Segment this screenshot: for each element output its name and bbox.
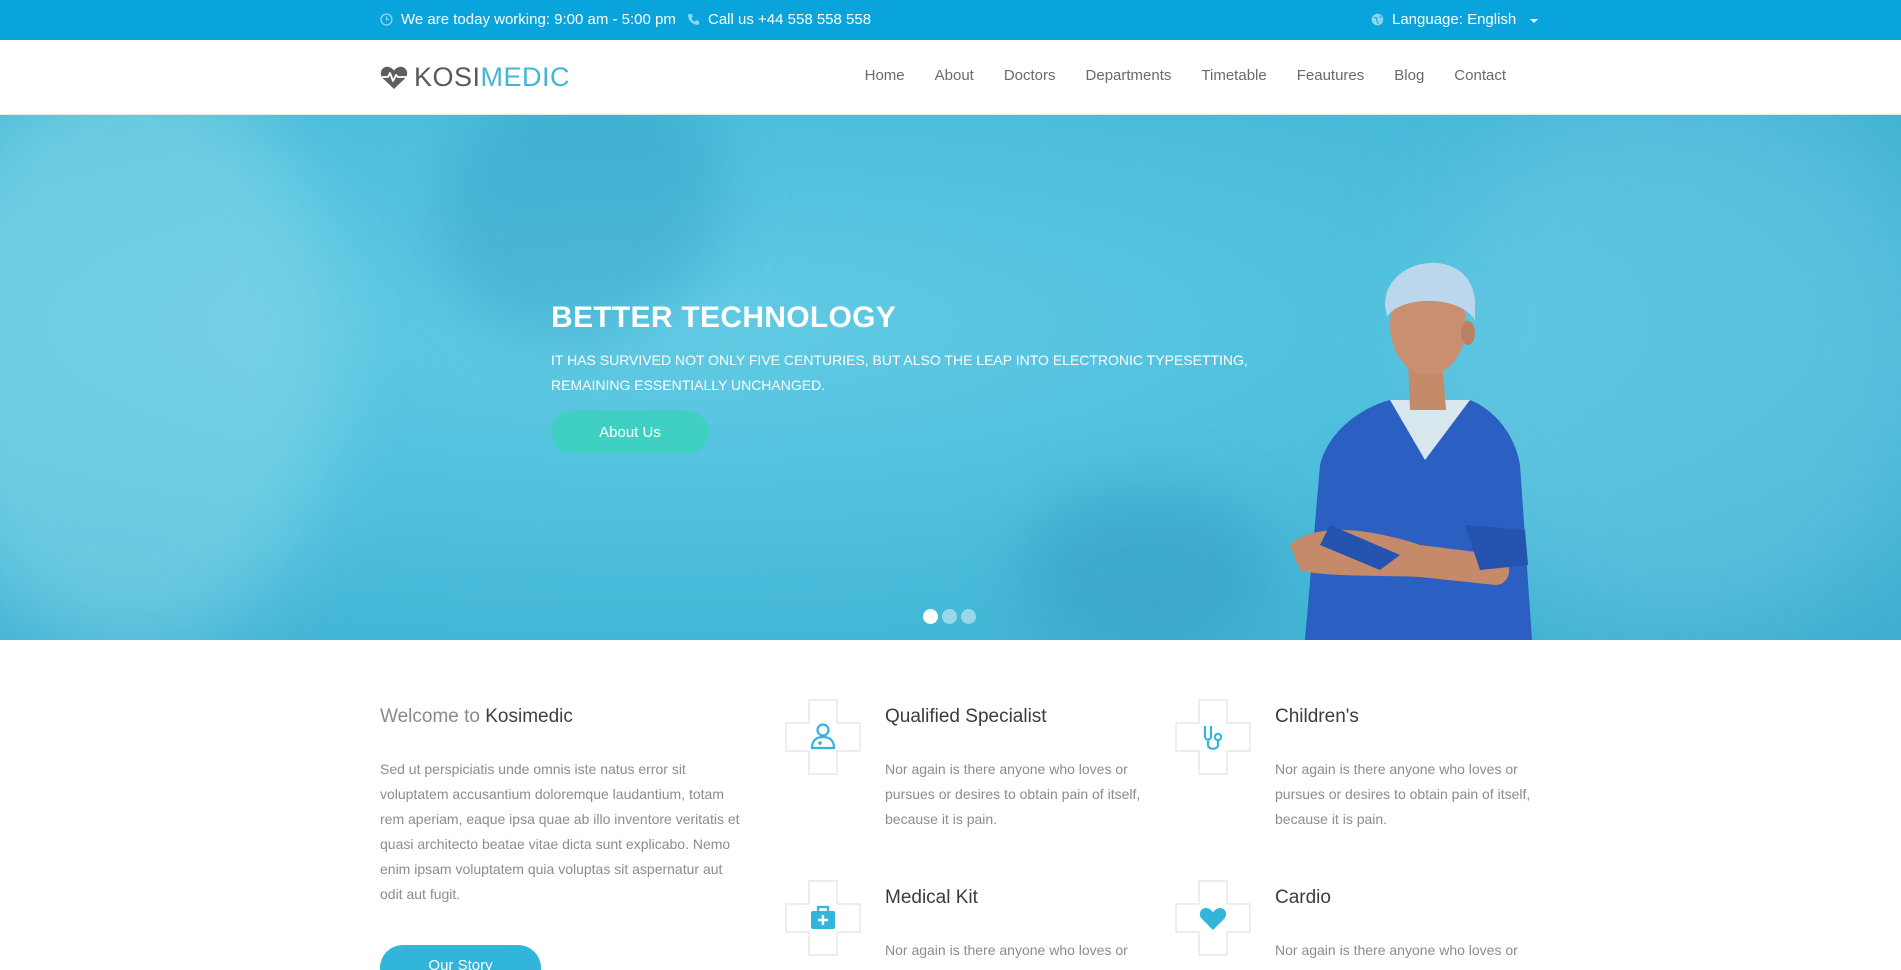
our-story-button[interactable]: Our Story [380, 945, 541, 970]
slider-dots [923, 609, 976, 624]
nav-about[interactable]: About [935, 67, 974, 84]
logo-text-kosi: KOSI [414, 62, 481, 92]
caret-down-icon [1530, 18, 1539, 23]
hero-title: BETTER TECHNOLOGY [551, 301, 897, 334]
feature-text-medical-kit: Nor again is there anyone who loves or p… [885, 942, 1140, 970]
stethoscope-icon [1175, 699, 1251, 775]
logo-text: KOSIMEDIC [414, 62, 570, 93]
phone-info[interactable]: Call us +44 558 558 558 [687, 11, 871, 28]
hero-subtitle: IT HAS SURVIVED NOT ONLY FIVE CENTURIES,… [551, 352, 1248, 393]
feature-title-childrens: Children's [1275, 706, 1359, 727]
nav-features[interactable]: Feautures [1297, 67, 1365, 84]
heart-pulse-logo-icon [380, 66, 408, 89]
logo-text-medic: MEDIC [480, 62, 571, 92]
feature-title-cardio: Cardio [1275, 887, 1331, 908]
logo[interactable]: KOSIMEDIC [380, 62, 570, 93]
slider-dot-3[interactable] [961, 609, 976, 624]
nav-blog[interactable]: Blog [1394, 67, 1424, 84]
nav-contact[interactable]: Contact [1454, 67, 1506, 84]
phone-text: Call us +44 558 558 558 [708, 11, 872, 28]
nav-doctors[interactable]: Doctors [1004, 67, 1056, 84]
working-hours: We are today working: 9:00 am - 5:00 pm [380, 11, 676, 28]
feature-title-qualified-specialist: Qualified Specialist [885, 706, 1047, 727]
doctor-image [1290, 262, 1532, 640]
hero-bg-shape [1020, 485, 1270, 640]
main-nav: Home About Doctors Departments Timetable… [865, 67, 1506, 84]
feature-text-childrens: Nor again is there anyone who loves or p… [1275, 761, 1531, 827]
doctor-icon [785, 699, 861, 775]
about-us-button[interactable]: About Us [551, 411, 709, 454]
globe-icon [1371, 13, 1384, 26]
hero-slider: BETTER TECHNOLOGY IT HAS SURVIVED NOT ON… [0, 115, 1901, 640]
working-hours-text: We are today working: 9:00 am - 5:00 pm [401, 11, 676, 28]
hero-bg-shape [0, 115, 340, 640]
clock-icon [380, 13, 393, 26]
welcome-title-name: Kosimedic [485, 706, 573, 727]
nav-home[interactable]: Home [865, 67, 905, 84]
slider-dot-1[interactable] [923, 609, 938, 624]
top-bar: We are today working: 9:00 am - 5:00 pm … [0, 0, 1901, 40]
language-text: Language: English [1392, 11, 1517, 28]
heart-icon [1175, 880, 1251, 956]
phone-icon [688, 14, 699, 25]
nav-timetable[interactable]: Timetable [1201, 67, 1266, 84]
welcome-text: Sed ut perspiciatis unde omnis iste natu… [380, 761, 740, 902]
nav-departments[interactable]: Departments [1086, 67, 1172, 84]
welcome-title: Welcome to Kosimedic [380, 706, 573, 728]
feature-text-qualified-specialist: Nor again is there anyone who loves or p… [885, 761, 1141, 827]
welcome-title-prefix: Welcome to [380, 706, 480, 727]
feature-title-medical-kit: Medical Kit [885, 887, 978, 908]
language-selector[interactable]: Language: English [1371, 11, 1539, 28]
medical-kit-icon [785, 880, 861, 956]
feature-text-cardio: Nor again is there anyone who loves or p… [1275, 942, 1530, 970]
site-header: KOSIMEDIC Home About Doctors Departments… [0, 40, 1901, 115]
slider-dot-2[interactable] [942, 609, 957, 624]
